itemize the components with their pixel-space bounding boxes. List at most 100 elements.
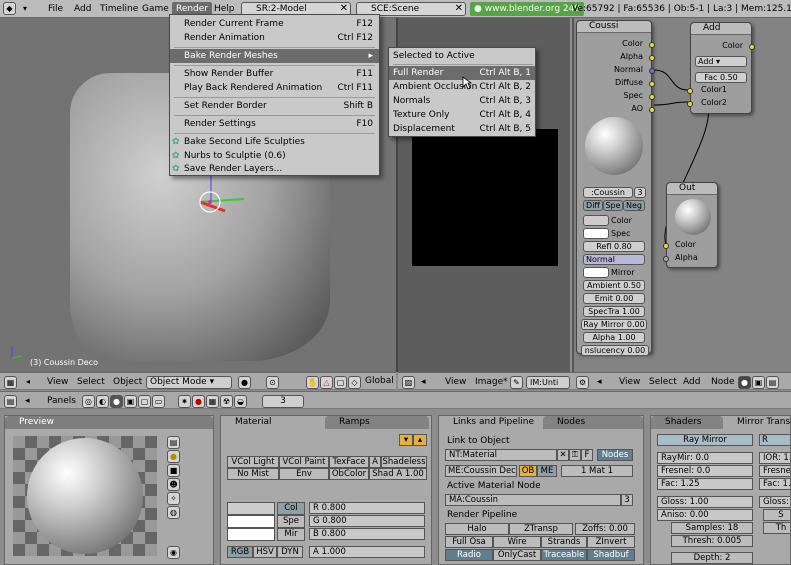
output-spec-socket[interactable] xyxy=(649,94,655,100)
shad-alpha-field[interactable]: Shad A 1.00 xyxy=(369,468,427,480)
menu-item-render-animation[interactable]: Render Animation Ctrl F12 xyxy=(170,31,379,45)
col-button[interactable]: Col xyxy=(277,502,305,515)
ma-field[interactable]: MA:Coussin xyxy=(445,494,621,506)
menu-file[interactable]: File xyxy=(44,2,67,16)
collapse-arrow-icon[interactable]: ◂ xyxy=(22,395,33,407)
texture-nodes-icon[interactable]: ▤ xyxy=(766,376,779,389)
spe-swatch[interactable] xyxy=(227,515,275,528)
output-color-socket[interactable] xyxy=(649,42,655,48)
menu-item-save-render-layers[interactable]: ✿ Save Render Layers... xyxy=(170,163,379,175)
shadeless-toggle[interactable]: Shadeless xyxy=(381,456,427,468)
copy-icon[interactable]: ▾ xyxy=(399,434,413,446)
alpha-field[interactable]: Alpha 1.00 xyxy=(583,332,645,343)
output-alpha-socket[interactable] xyxy=(649,55,655,61)
close-icon[interactable]: ✕ xyxy=(557,449,569,461)
collapse-arrow-icon[interactable]: ▾ xyxy=(19,2,31,16)
rotate-icon[interactable]: △ xyxy=(320,376,333,389)
thresh-field[interactable]: Thresh: 0.005 xyxy=(671,535,753,547)
menu-item-set-render-border[interactable]: Set Render Border Shift B xyxy=(170,99,379,113)
pin-icon[interactable]: ✎ xyxy=(510,376,523,389)
menu-view[interactable]: View xyxy=(616,376,643,388)
normal-field[interactable]: Normal xyxy=(583,254,645,265)
output-diffuse-socket[interactable] xyxy=(649,81,655,87)
fac-field[interactable]: Fac 0.50 xyxy=(695,72,747,83)
menu-game[interactable]: Game xyxy=(138,2,173,16)
ztransp-toggle[interactable]: ZTransp xyxy=(509,523,573,535)
output-ao-socket[interactable] xyxy=(649,107,655,113)
zoffs-field[interactable]: Zoffs: 0.00 xyxy=(575,523,635,535)
menu-select[interactable]: Select xyxy=(74,376,108,388)
texface-toggle[interactable]: TexFace xyxy=(329,456,369,468)
editing-icon[interactable]: ▢ xyxy=(138,395,151,408)
hand-icon[interactable]: ✋ xyxy=(306,376,319,389)
pivot-icon[interactable]: ⊙ xyxy=(266,376,279,389)
menu-item-nurbs-to-sculptie[interactable]: ✿ Nurbs to Sculptie (0.6) xyxy=(170,149,379,163)
aniso-slider[interactable]: Aniso: 0.00 xyxy=(657,509,753,521)
samples-field[interactable]: Samples: 18 xyxy=(671,522,753,534)
draw-type-icon[interactable]: ● xyxy=(238,376,251,389)
tab-nodes[interactable]: Nodes xyxy=(543,416,643,429)
add-node[interactable]: Add Color Add ▾ Fac 0.50 Color1 Color2 xyxy=(687,22,755,114)
ior-slider[interactable]: IOR: 1. xyxy=(759,452,790,464)
material-node[interactable]: Coussi Color Alpha Normal Diffuse Spec A… xyxy=(576,20,655,356)
preview-render-icon[interactable]: ◉ xyxy=(167,546,180,559)
submenu-item-displacement[interactable]: Displacement Ctrl Alt B, 5 xyxy=(389,122,535,136)
submenu-item-texture-only[interactable]: Texture Only Ctrl Alt B, 4 xyxy=(389,108,535,122)
b-slider[interactable]: B 0.800 xyxy=(309,528,425,540)
material-nodes-icon[interactable]: ● xyxy=(738,376,751,389)
wire-toggle[interactable]: Wire xyxy=(493,536,541,548)
me-field[interactable]: ME:Coussin Deco xyxy=(445,465,517,477)
ray-transp-toggle[interactable]: R xyxy=(759,434,790,446)
menu-view[interactable]: View xyxy=(44,376,71,388)
hsv-mode[interactable]: HSV xyxy=(253,546,277,558)
out-color-socket[interactable] xyxy=(663,243,669,249)
transp-fac-slider[interactable]: Fac: 1. xyxy=(759,478,790,490)
mat-index-field[interactable]: 1 Mat 1 xyxy=(561,465,633,477)
frame-field[interactable]: 3 xyxy=(262,395,304,408)
object-icon[interactable]: ▣ xyxy=(124,395,137,408)
spec-swatch[interactable] xyxy=(583,228,609,239)
node-editor[interactable]: Coussi Color Alpha Normal Diffuse Spec A… xyxy=(572,18,791,372)
fake-user-button[interactable]: F xyxy=(581,449,593,461)
blend-mode-select[interactable]: Add ▾ xyxy=(695,56,747,67)
close-icon[interactable]: ✕ xyxy=(455,3,463,15)
collapse-arrow-icon[interactable]: ◂ xyxy=(23,376,33,388)
shading-icon[interactable]: ● xyxy=(110,395,123,408)
ray-mirror-field[interactable]: Ray Mirror 0.00 xyxy=(581,319,647,330)
neg-toggle[interactable]: Neg xyxy=(623,200,645,211)
out-alpha-socket[interactable] xyxy=(663,256,669,262)
tab-ramps[interactable]: Ramps xyxy=(325,416,429,429)
preview-sky-icon[interactable]: ◍ xyxy=(167,506,180,519)
color2-socket[interactable] xyxy=(687,101,693,107)
fake-user-icon[interactable]: ⚿ xyxy=(569,449,581,461)
spectra-field[interactable]: SpecTra 1.00 xyxy=(583,306,645,317)
r-slider[interactable]: R 0.800 xyxy=(309,502,425,514)
texture-icon[interactable]: ▦ xyxy=(206,395,219,408)
a-slider[interactable]: A 1.000 xyxy=(309,546,425,558)
blender-logo-icon[interactable]: ◆ xyxy=(3,2,16,15)
submenu-item-normals[interactable]: Normals Ctrl Alt B, 3 xyxy=(389,94,535,108)
ambient-field[interactable]: Ambient 0.50 xyxy=(583,280,645,291)
fac-slider[interactable]: Fac: 1.25 xyxy=(657,478,753,490)
output-node-header[interactable]: Out xyxy=(667,183,717,195)
menu-add[interactable]: Add xyxy=(70,2,95,16)
material-name-field[interactable]: :Coussin xyxy=(583,187,633,198)
vcol-light-toggle[interactable]: VCol Light xyxy=(227,456,279,468)
material-node-header[interactable]: Coussi xyxy=(577,21,651,33)
rgb-mode[interactable]: RGB xyxy=(227,546,253,558)
emit-field[interactable]: Emit 0.00 xyxy=(583,293,645,304)
preview-cube-icon[interactable]: ■ xyxy=(167,464,180,477)
world-icon[interactable]: ◒ xyxy=(234,395,247,408)
transp-samples-field[interactable]: S xyxy=(763,509,790,521)
gloss-slider[interactable]: Gloss: 1.00 xyxy=(657,496,753,508)
radio-icon[interactable]: ☢ xyxy=(220,395,233,408)
tab-links-pipeline[interactable]: Links and Pipeline xyxy=(439,416,543,429)
menu-image[interactable]: Image* xyxy=(472,376,511,388)
material-users-count[interactable]: 3 xyxy=(634,187,646,198)
editor-type-icon[interactable]: ▤ xyxy=(4,395,17,408)
me-toggle[interactable]: ME xyxy=(537,465,557,477)
editor-type-icon[interactable]: ▨ xyxy=(402,376,415,389)
menu-item-render-settings[interactable]: Render Settings F10 xyxy=(170,117,379,131)
tab-material[interactable]: Material xyxy=(221,416,325,429)
color-swatch[interactable] xyxy=(583,215,609,226)
